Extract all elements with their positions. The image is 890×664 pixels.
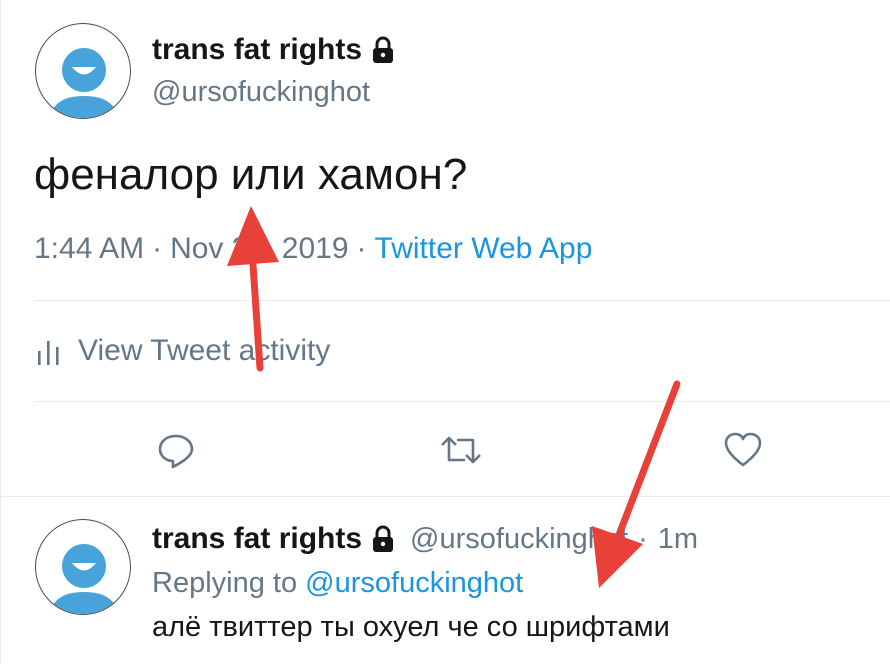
tweet-text: феналор или хамон? bbox=[34, 150, 468, 199]
heart-icon bbox=[724, 432, 762, 467]
annotation-arrow-down bbox=[592, 380, 681, 588]
tweet-meta: 1:44 AM · Nov 30, 2019 · Twitter Web App bbox=[34, 232, 592, 266]
meta-separator: · bbox=[638, 522, 648, 555]
reply-handle[interactable]: @ursofuckinghot bbox=[410, 523, 628, 556]
divider bbox=[34, 300, 890, 301]
lock-icon bbox=[373, 36, 394, 63]
replying-to-line: Replying to @ursofuckinghot bbox=[152, 567, 523, 600]
author-handle[interactable]: @ursofuckinghot bbox=[152, 76, 370, 109]
meta-separator: · bbox=[152, 232, 163, 265]
reply-icon bbox=[158, 434, 194, 469]
display-name-text: trans fat rights bbox=[152, 33, 363, 66]
retweet-button[interactable] bbox=[439, 428, 483, 472]
divider bbox=[34, 401, 890, 402]
column-border bbox=[0, 0, 1, 664]
replying-to-mention[interactable]: @ursofuckinghot bbox=[305, 567, 523, 599]
thread-divider bbox=[0, 496, 890, 497]
lock-icon bbox=[373, 525, 394, 552]
replying-prefix: Replying to bbox=[152, 567, 298, 599]
annotation-arrows bbox=[227, 206, 681, 588]
reply-age[interactable]: 1m bbox=[658, 523, 698, 556]
author-display-name[interactable]: trans fat rights bbox=[152, 33, 398, 67]
reply-text: алё твиттер ты охуел че со шрифтами bbox=[152, 611, 670, 643]
reply-avatar[interactable] bbox=[35, 519, 131, 615]
analytics-icon bbox=[38, 341, 59, 365]
default-avatar-icon bbox=[50, 544, 118, 614]
tweet-source-link[interactable]: Twitter Web App bbox=[375, 232, 593, 265]
view-tweet-activity-link[interactable]: View Tweet activity bbox=[34, 334, 330, 368]
meta-separator: · bbox=[356, 232, 367, 265]
retweet-icon bbox=[441, 436, 481, 464]
tweet-time[interactable]: 1:44 AM bbox=[34, 232, 144, 265]
reply-button[interactable] bbox=[154, 428, 198, 472]
reply-author-line: trans fat rights @ursofuckinghot · 1m bbox=[152, 522, 698, 556]
activity-label: View Tweet activity bbox=[78, 334, 331, 367]
tweet-date[interactable]: Nov 30, 2019 bbox=[170, 232, 348, 265]
reply-display-name[interactable]: trans fat rights bbox=[152, 522, 362, 556]
like-button[interactable] bbox=[721, 428, 765, 472]
default-avatar-icon bbox=[50, 48, 118, 118]
avatar[interactable] bbox=[35, 23, 131, 119]
